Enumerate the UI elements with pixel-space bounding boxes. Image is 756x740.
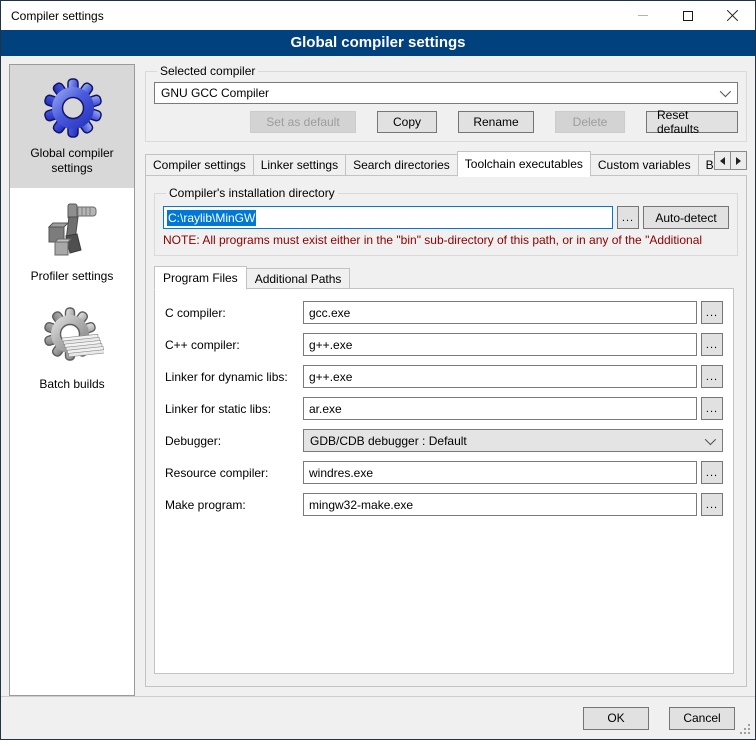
- page-title: Global compiler settings: [1, 30, 755, 56]
- settings-tabstrip: Compiler settings Linker settings Search…: [145, 150, 747, 176]
- c-compiler-row: C compiler: ...: [165, 301, 723, 324]
- sidebar-item-batch-builds[interactable]: Batch builds: [10, 296, 134, 404]
- tab-program-files[interactable]: Program Files: [154, 266, 247, 290]
- toolchain-executables-page: Compiler's installation directory C:\ray…: [145, 175, 747, 687]
- set-as-default-button[interactable]: Set as default: [250, 111, 356, 133]
- settings-category-list: Global compiler settings: [9, 64, 135, 696]
- compiler-settings-dialog: Compiler settings Global compiler settin…: [0, 0, 756, 740]
- resource-compiler-row: Resource compiler: ...: [165, 461, 723, 484]
- maximize-icon: [683, 11, 693, 21]
- blue-gear-icon: [40, 75, 104, 139]
- minimize-button[interactable]: [620, 1, 665, 30]
- dynamic-linker-label: Linker for dynamic libs:: [165, 370, 303, 384]
- tab-toolchain-executables[interactable]: Toolchain executables: [457, 151, 591, 177]
- installation-directory-row: C:\raylib\MinGW ... Auto-detect: [163, 206, 729, 229]
- window-controls: [620, 1, 755, 30]
- c-compiler-label: C compiler:: [165, 306, 303, 320]
- dialog-footer: OK Cancel: [1, 696, 755, 739]
- sidebar-item-label: Batch builds: [14, 377, 130, 392]
- browse-resource-compiler-button[interactable]: ...: [701, 461, 723, 484]
- compiler-select[interactable]: GNU GCC Compiler: [154, 82, 738, 104]
- browse-static-linker-button[interactable]: ...: [701, 397, 723, 420]
- tab-additional-paths[interactable]: Additional Paths: [246, 268, 351, 289]
- copy-button[interactable]: Copy: [377, 111, 437, 133]
- gray-gear-stack-icon: [40, 306, 104, 370]
- debugger-select-value: GDB/CDB debugger : Default: [310, 434, 705, 448]
- static-linker-label: Linker for static libs:: [165, 402, 303, 416]
- resource-compiler-label: Resource compiler:: [165, 466, 303, 480]
- cpp-compiler-label: C++ compiler:: [165, 338, 303, 352]
- reset-defaults-button[interactable]: Reset defaults: [646, 111, 738, 133]
- selected-compiler-legend: Selected compiler: [157, 64, 258, 78]
- compiler-actions: Set as default Copy Rename Delete Reset …: [154, 111, 738, 133]
- static-linker-input[interactable]: [303, 397, 697, 420]
- resource-compiler-input[interactable]: [303, 461, 697, 484]
- c-compiler-input[interactable]: [303, 301, 697, 324]
- installation-directory-legend: Compiler's installation directory: [166, 186, 338, 200]
- dialog-body: Global compiler settings: [1, 56, 755, 696]
- titlebar[interactable]: Compiler settings: [1, 1, 755, 30]
- chevron-down-icon: [705, 433, 716, 444]
- browse-c-compiler-button[interactable]: ...: [701, 301, 723, 324]
- debugger-row: Debugger: GDB/CDB debugger : Default: [165, 429, 723, 452]
- rename-button[interactable]: Rename: [458, 111, 534, 133]
- tab-search-directories[interactable]: Search directories: [345, 154, 458, 176]
- bin-subdirectory-note: NOTE: All programs must exist either in …: [163, 233, 729, 247]
- tab-compiler-settings[interactable]: Compiler settings: [145, 154, 254, 176]
- sidebar-item-profiler-settings[interactable]: Profiler settings: [10, 188, 134, 296]
- installation-directory-group: Compiler's installation directory C:\ray…: [154, 186, 738, 256]
- auto-detect-button[interactable]: Auto-detect: [643, 206, 729, 229]
- close-button[interactable]: [710, 1, 755, 30]
- tab-custom-variables[interactable]: Custom variables: [590, 154, 699, 176]
- debugger-label: Debugger:: [165, 434, 303, 448]
- browse-dynamic-linker-button[interactable]: ...: [701, 365, 723, 388]
- sidebar-item-label: Profiler settings: [14, 269, 130, 284]
- cpp-compiler-row: C++ compiler: ...: [165, 333, 723, 356]
- ok-button[interactable]: OK: [583, 707, 649, 730]
- maximize-button[interactable]: [665, 1, 710, 30]
- window-title: Compiler settings: [1, 9, 620, 23]
- static-linker-row: Linker for static libs: ...: [165, 397, 723, 420]
- debugger-select[interactable]: GDB/CDB debugger : Default: [303, 429, 723, 452]
- delete-button[interactable]: Delete: [555, 111, 625, 133]
- tab-scroll-controls: [715, 151, 747, 170]
- tab-scroll-left-button[interactable]: [714, 151, 731, 170]
- caliper-icon: [40, 198, 104, 262]
- tab-scroll-right-button[interactable]: [730, 151, 747, 170]
- browse-install-dir-button[interactable]: ...: [617, 206, 639, 229]
- install-dir-input[interactable]: C:\raylib\MinGW: [163, 206, 613, 229]
- install-dir-selected-text: C:\raylib\MinGW: [167, 210, 256, 226]
- cancel-button[interactable]: Cancel: [669, 707, 735, 730]
- selected-compiler-group: Selected compiler GNU GCC Compiler Set a…: [145, 64, 747, 142]
- arrow-left-icon: [720, 157, 725, 165]
- sidebar-item-global-compiler-settings[interactable]: Global compiler settings: [10, 65, 134, 188]
- browse-make-program-button[interactable]: ...: [701, 493, 723, 516]
- browse-cpp-compiler-button[interactable]: ...: [701, 333, 723, 356]
- main-panel: Selected compiler GNU GCC Compiler Set a…: [145, 64, 747, 696]
- cpp-compiler-input[interactable]: [303, 333, 697, 356]
- program-files-tabstrip: Program Files Additional Paths: [154, 265, 738, 289]
- chevron-down-icon: [720, 86, 731, 97]
- tab-linker-settings[interactable]: Linker settings: [253, 154, 346, 176]
- resize-grip[interactable]: [740, 724, 751, 735]
- make-program-label: Make program:: [165, 498, 303, 512]
- program-files-page: C compiler: ... C++ compiler: ... Linker…: [154, 288, 734, 674]
- arrow-right-icon: [736, 157, 741, 165]
- close-icon: [726, 9, 739, 22]
- sidebar-item-label: Global compiler settings: [14, 146, 130, 176]
- dynamic-linker-input[interactable]: [303, 365, 697, 388]
- make-program-input[interactable]: [303, 493, 697, 516]
- compiler-select-value: GNU GCC Compiler: [161, 86, 720, 100]
- make-program-row: Make program: ...: [165, 493, 723, 516]
- dynamic-linker-row: Linker for dynamic libs: ...: [165, 365, 723, 388]
- minimize-icon: [638, 15, 648, 16]
